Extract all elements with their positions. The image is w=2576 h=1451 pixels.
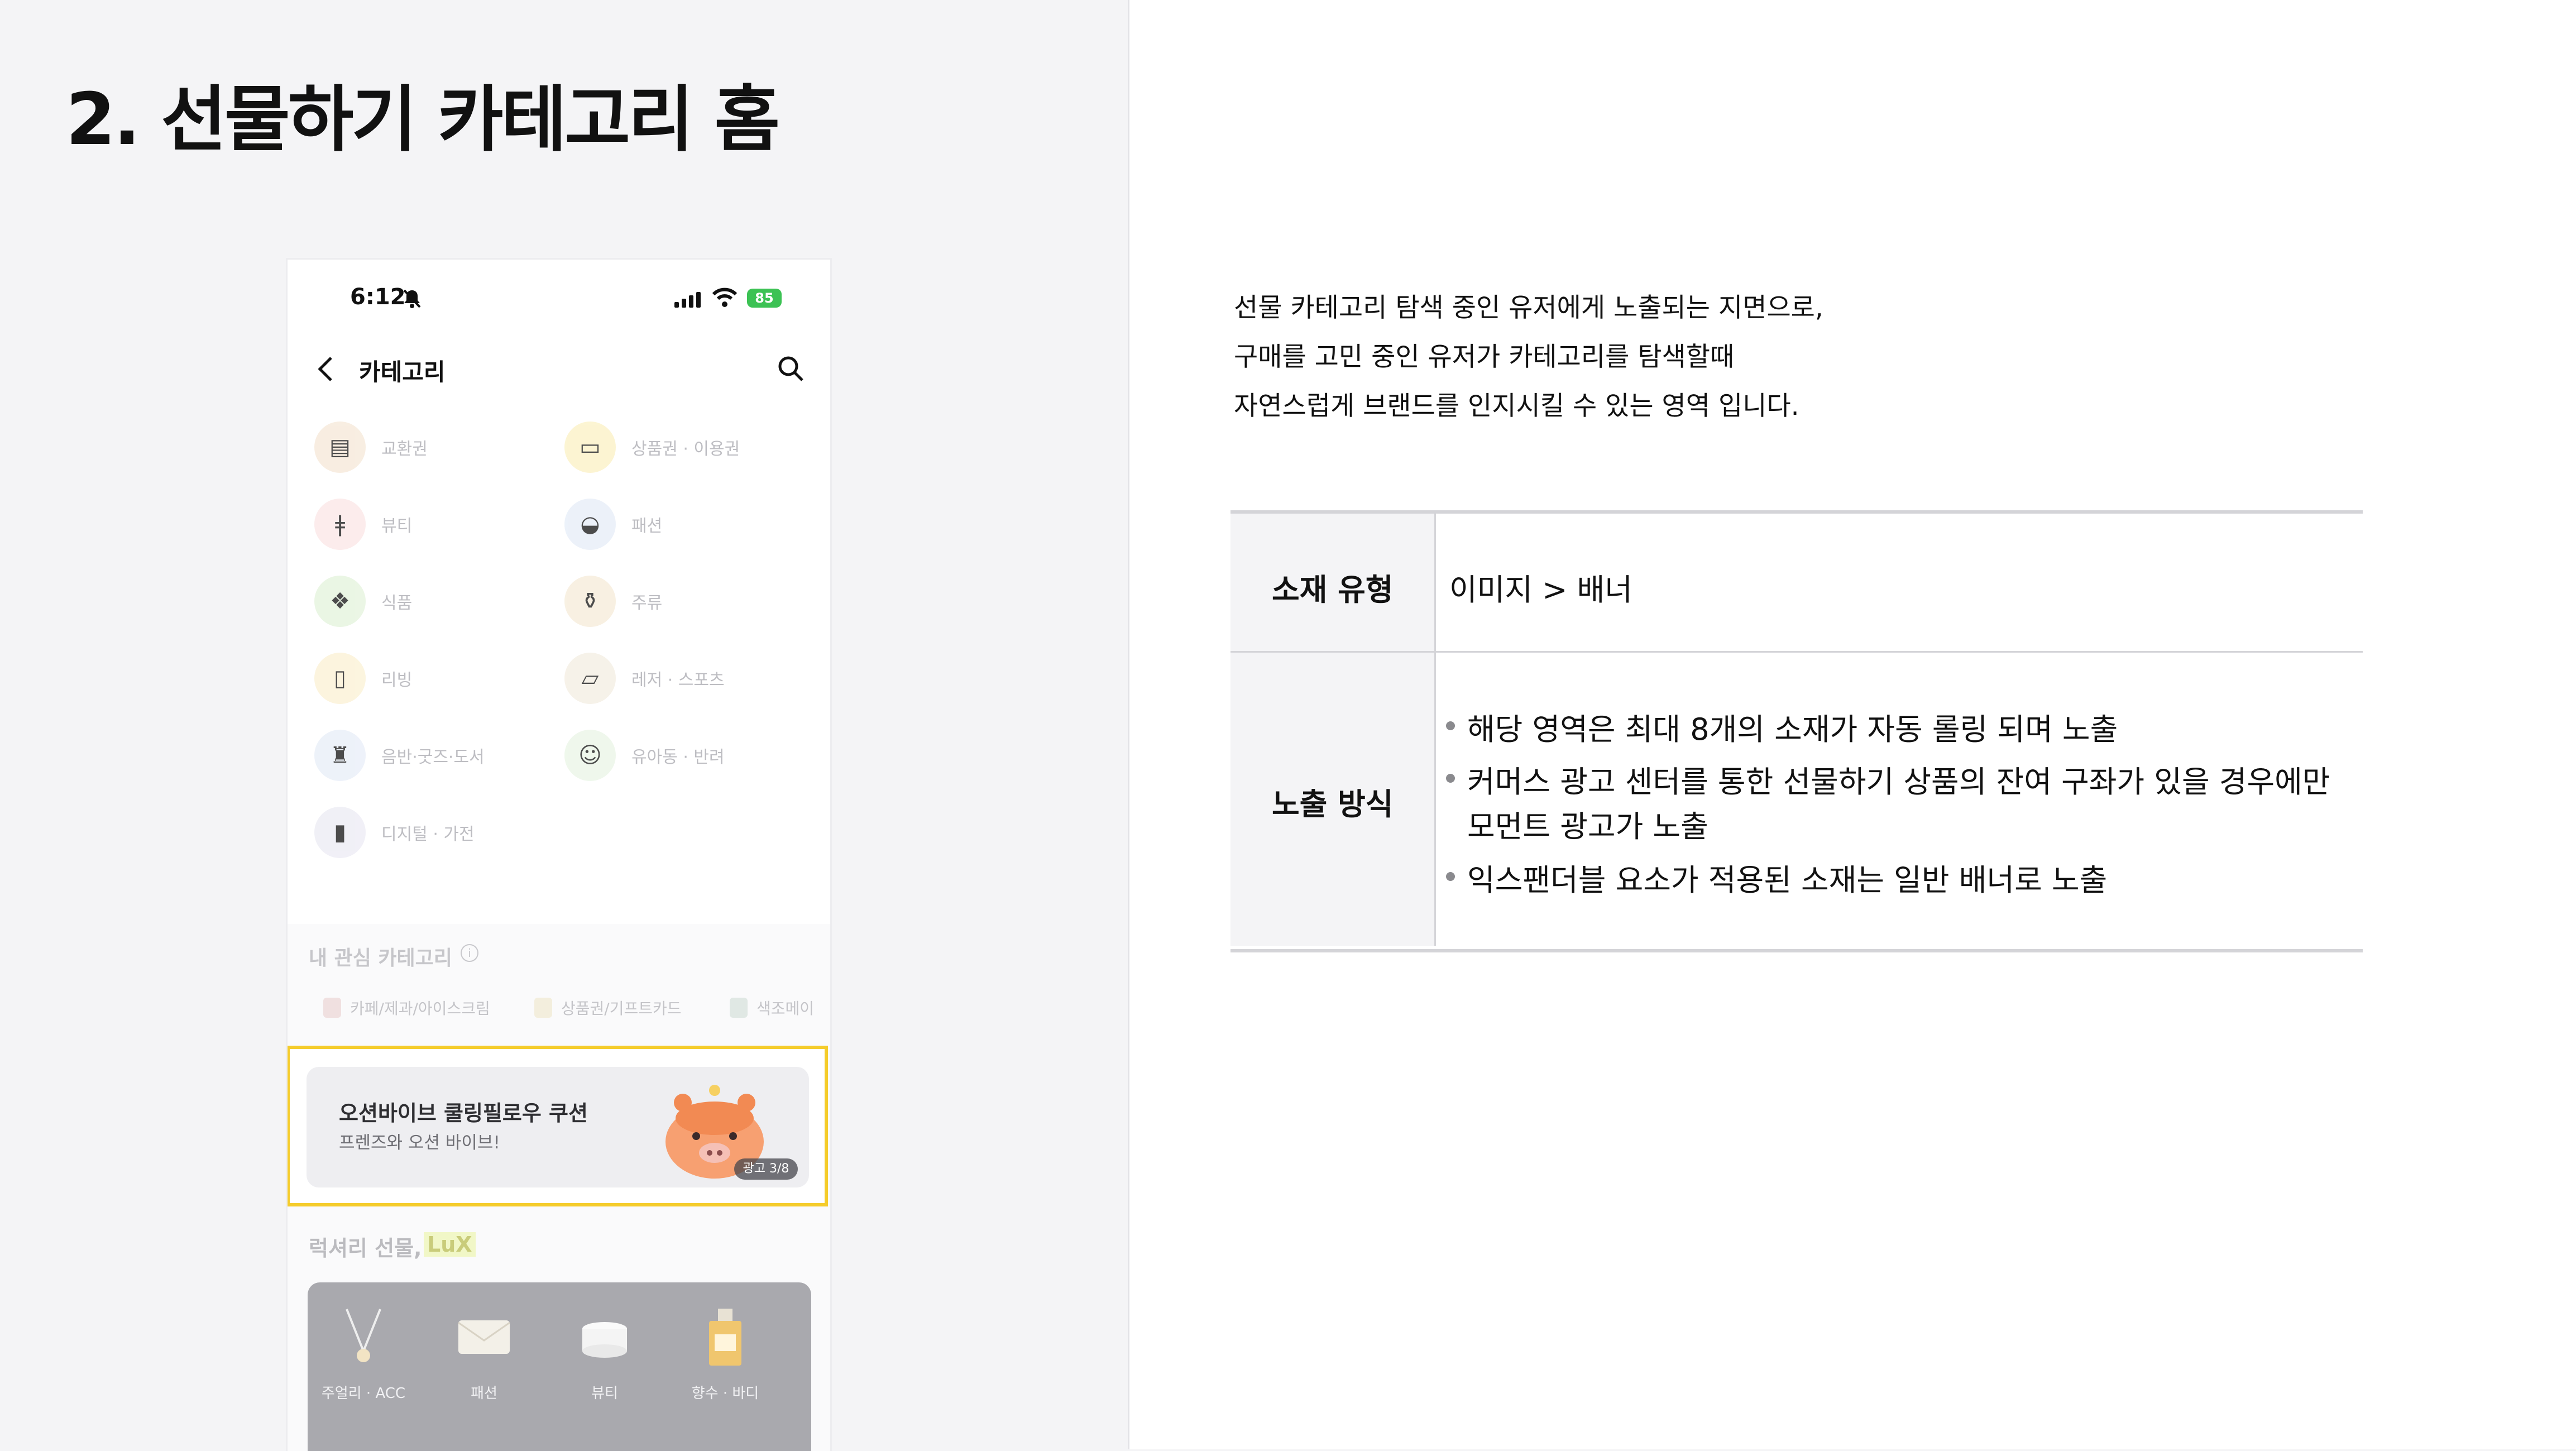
back-arrow-icon[interactable] — [314, 355, 337, 384]
banner-subtitle: 프렌즈와 오션 바이브! — [339, 1133, 500, 1153]
makeup-icon — [730, 998, 748, 1018]
lux-item-label: 뷰티 — [591, 1385, 618, 1402]
phone-mockup: 6:12 85 카테고리 ▤ 교환권 ▭ 상품권 · 이용권 ǂ 뷰티 ◒ 패션… — [286, 258, 832, 1451]
exposure-bullet: 커머스 광고 센터를 통한 선물하기 상품의 잔여 구좌가 있을 경우에만 — [1467, 764, 2330, 799]
category-liquor[interactable]: ⚱ 주류 — [564, 573, 662, 629]
lux-item-label: 주얼리 · ACC — [321, 1385, 406, 1402]
cafe-icon — [323, 998, 341, 1018]
spec-table: 소재 유형 이미지 > 배너 노출 방식 해당 영역은 최대 8개의 소재가 자… — [1230, 510, 2363, 952]
category-coupon[interactable]: ▤ 교환권 — [314, 419, 428, 475]
exposure-bullet: 해당 영역은 최대 8개의 소재가 자동 롤링 되며 노출 — [1467, 712, 2118, 747]
category-kids-pet[interactable]: ☺ 유아동 · 반려 — [564, 727, 725, 783]
category-label: 뷰티 — [381, 516, 413, 536]
category-beauty[interactable]: ǂ 뷰티 — [314, 496, 412, 552]
banner-title: 오션바이브 쿨링필로우 쿠션 — [339, 1101, 588, 1126]
lux-item-jewelry[interactable]: 주얼리 · ACC — [319, 1304, 408, 1402]
category-food[interactable]: ❖ 식품 — [314, 573, 412, 629]
bell-off-icon — [403, 289, 421, 308]
interest-chip[interactable]: 색조메이 — [730, 989, 814, 1027]
fashion-cap-icon: ◒ — [564, 499, 616, 550]
category-goods-books[interactable]: ♜ 음반·굿즈·도서 — [314, 727, 485, 783]
living-icon: ▯ — [314, 653, 366, 704]
category-digital[interactable]: ▮ 디지털 · 가전 — [314, 804, 475, 860]
chip-label: 색조메이 — [756, 999, 815, 1018]
liquor-icon: ⚱ — [564, 576, 616, 627]
chip-label: 상품권/기프트카드 — [561, 999, 682, 1018]
goods-icon: ♜ — [314, 730, 366, 781]
category-label: 상품권 · 이용권 — [631, 439, 740, 459]
material-type-label: 소재 유형 — [1272, 572, 1394, 607]
exposure-method-label: 노출 방식 — [1272, 787, 1394, 822]
category-label: 주류 — [631, 593, 663, 613]
bullet-icon — [1446, 872, 1455, 881]
coupon-icon: ▤ — [314, 422, 366, 473]
page-title: 2. 선물하기 카테고리 홈 — [66, 78, 780, 161]
lux-item-perfume[interactable]: 향수 · 바디 — [681, 1304, 770, 1402]
interest-category-title: 내 관심 카테고리 — [309, 947, 452, 970]
category-leisure-sports[interactable]: ▱ 레저 · 스포츠 — [564, 650, 725, 706]
table-row-divider — [1230, 651, 2363, 653]
sneaker-icon: ▱ — [564, 653, 616, 704]
category-label: 디지털 · 가전 — [381, 825, 475, 844]
description-line: 구매를 고민 중인 유저가 카테고리를 탐색할때 — [1234, 342, 1735, 372]
category-voucher[interactable]: ▭ 상품권 · 이용권 — [564, 419, 740, 475]
wallet-icon — [439, 1304, 529, 1371]
category-fashion[interactable]: ◒ 패션 — [564, 496, 662, 552]
info-icon[interactable]: i — [461, 944, 478, 962]
lux-item-beauty[interactable]: 뷰티 — [560, 1304, 649, 1402]
description-line: 선물 카테고리 탐색 중인 유저에게 노출되는 지면으로, — [1234, 293, 1823, 323]
material-type-value: 이미지 > 배너 — [1449, 572, 1632, 607]
necklace-icon — [319, 1304, 408, 1371]
chip-label: 카페/제과/아이스크림 — [350, 999, 490, 1018]
lux-section-title: 럭셔리 선물, — [309, 1236, 422, 1261]
wifi-icon — [712, 288, 738, 307]
search-icon[interactable] — [777, 355, 805, 382]
beauty-icon: ǂ — [314, 499, 366, 550]
exposure-bullet: 익스팬더블 요소가 적용된 소재는 일반 배너로 노출 — [1467, 863, 2108, 898]
category-living[interactable]: ▯ 리빙 — [314, 650, 412, 706]
food-icon: ❖ — [314, 576, 366, 627]
lux-item-label: 패션 — [471, 1385, 497, 1402]
category-label: 식품 — [381, 593, 413, 613]
category-label: 패션 — [631, 516, 663, 536]
digital-icon: ▮ — [314, 807, 366, 858]
bullet-icon — [1446, 721, 1455, 730]
bullet-icon — [1446, 774, 1455, 783]
header-title: 카테고리 — [359, 358, 446, 386]
exposure-bullet-continued: 모먼트 광고가 노출 — [1467, 809, 1708, 844]
perfume-icon — [681, 1304, 770, 1371]
category-label: 유아동 · 반려 — [631, 748, 725, 767]
cream-jar-icon — [560, 1304, 649, 1371]
status-time: 6:12 — [350, 284, 406, 310]
interest-chip[interactable]: 카페/제과/아이스크림 — [323, 989, 490, 1027]
kids-pet-icon: ☺ — [564, 730, 616, 781]
lux-item-fashion[interactable]: 패션 — [439, 1304, 529, 1402]
category-label: 교환권 — [381, 439, 428, 459]
lux-tag: LuX — [424, 1232, 476, 1257]
category-label: 레저 · 스포츠 — [631, 671, 725, 690]
lux-item-label: 향수 · 바디 — [691, 1385, 759, 1402]
voucher-icon: ▭ — [564, 422, 616, 473]
category-label: 음반·굿즈·도서 — [381, 748, 485, 767]
signal-icon — [674, 292, 701, 308]
interest-chip[interactable]: 상품권/기프트카드 — [534, 989, 682, 1027]
ad-counter-badge: 광고 3/8 — [734, 1158, 798, 1180]
gift-card-icon — [534, 998, 552, 1018]
category-label: 리빙 — [381, 671, 413, 690]
battery-icon: 85 — [747, 289, 782, 308]
description-line: 자연스럽게 브랜드를 인지시킬 수 있는 영역 입니다. — [1234, 391, 1799, 422]
